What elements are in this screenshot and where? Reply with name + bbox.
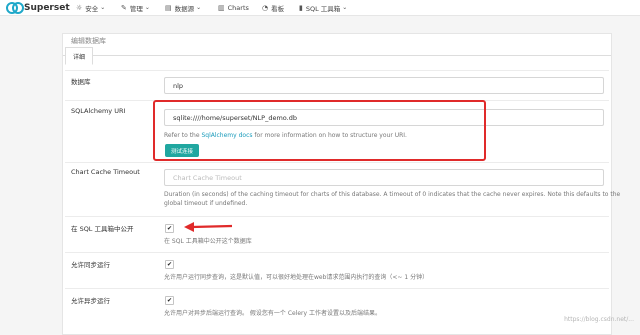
nav-datasource-menu[interactable]: ▤ 数据源 ⌄ — [165, 0, 201, 15]
nav-label: Charts — [227, 3, 249, 12]
tabs-divider — [63, 55, 611, 56]
flask-icon: ▮ — [299, 3, 303, 12]
help-text-line: Duration (in seconds) of the caching tim… — [164, 191, 621, 198]
panel-title: 编辑数据库 — [71, 37, 106, 45]
bar-chart-icon: ▥ — [218, 3, 225, 12]
expose-sqllab-help: 在 SQL 工具箱中公开这个数据库 — [164, 238, 252, 245]
database-label: 数据库 — [71, 78, 91, 86]
nav-charts-link[interactable]: ▥ Charts — [218, 0, 249, 15]
allow-async-help: 允许用户对异步后端运行查询。 假设您有一个 Celery 工作者设置以及后端结果… — [164, 310, 381, 317]
chevron-down-icon: ⌄ — [144, 4, 150, 11]
form-row-database: 数据库 nlp — [65, 70, 609, 101]
nav-security-menu[interactable]: ☼ 安全 ⌄ — [76, 0, 105, 15]
sqlalchemy-uri-label: SQLAlchemy URI — [71, 107, 126, 115]
superset-logo-icon — [6, 2, 24, 14]
allow-sync-label: 允许同步运行 — [71, 261, 110, 269]
nav-label: 管理 — [129, 4, 143, 13]
nav-label: 安全 — [85, 4, 99, 13]
allow-sync-help: 允许用户运行同步查询，这是默认值，可以很好地处理在web请求范围内执行的查询（<… — [164, 274, 429, 281]
cache-timeout-help: Duration (in seconds) of the caching tim… — [164, 190, 621, 208]
allow-sync-checkbox[interactable]: ✔ — [165, 260, 174, 269]
nav-manage-menu[interactable]: ✎ 管理 ⌄ — [121, 0, 150, 15]
form-row-allow-sync: 允许同步运行 ✔ 允许用户运行同步查询，这是默认值，可以很好地处理在web请求范… — [65, 252, 609, 289]
dashboard-icon: ◔ — [262, 3, 269, 12]
help-text-line: global timeout if undefined. — [164, 200, 248, 207]
top-navbar: Superset ☼ 安全 ⌄ ✎ 管理 ⌄ ▤ 数据源 ⌄ ▥ Charts … — [0, 0, 640, 16]
nav-label: 看板 — [271, 4, 285, 13]
red-arrow-icon — [184, 222, 233, 232]
highlight-box — [153, 100, 486, 161]
brand[interactable]: Superset — [6, 1, 70, 14]
nav-label: SQL 工具箱 — [305, 4, 341, 13]
form-row-cache-timeout: Chart Cache Timeout Chart Cache Timeout … — [65, 162, 621, 217]
cache-timeout-input[interactable]: Chart Cache Timeout — [164, 169, 604, 186]
nav-sqllab-menu[interactable]: ▮ SQL 工具箱 ⌄ — [299, 0, 347, 15]
edit-database-panel: 编辑数据库 详细 数据库 nlp SQLAlchemy URI sqlite:/… — [62, 33, 621, 335]
wrench-icon: ✎ — [121, 3, 127, 12]
database-name-input[interactable]: nlp — [164, 77, 604, 94]
chevron-down-icon: ⌄ — [100, 4, 106, 11]
chevron-down-icon: ⌄ — [196, 4, 202, 11]
allow-async-label: 允许异步运行 — [71, 297, 110, 305]
form-row-expose-sqllab: 在 SQL 工具箱中公开 ✔ 在 SQL 工具箱中公开这个数据库 — [65, 216, 609, 253]
chevron-down-icon: ⌄ — [342, 4, 348, 11]
database-icon: ▤ — [165, 3, 172, 12]
expose-sqllab-checkbox[interactable]: ✔ — [165, 224, 174, 233]
shield-icon: ☼ — [76, 3, 83, 12]
nav-dashboards-link[interactable]: ◔ 看板 — [262, 0, 284, 15]
nav-label: 数据源 — [174, 4, 195, 13]
watermark: https://blog.csdn.net/... — [564, 316, 634, 323]
cache-timeout-label: Chart Cache Timeout — [71, 168, 140, 176]
allow-async-checkbox[interactable]: ✔ — [165, 296, 174, 305]
tab-details[interactable]: 详细 — [65, 47, 93, 65]
form-row-allow-async: 允许异步运行 ✔ 允许用户对异步后端运行查询。 假设您有一个 Celery 工作… — [65, 288, 609, 329]
expose-sqllab-label: 在 SQL 工具箱中公开 — [71, 225, 134, 233]
brand-name: Superset — [24, 2, 70, 13]
